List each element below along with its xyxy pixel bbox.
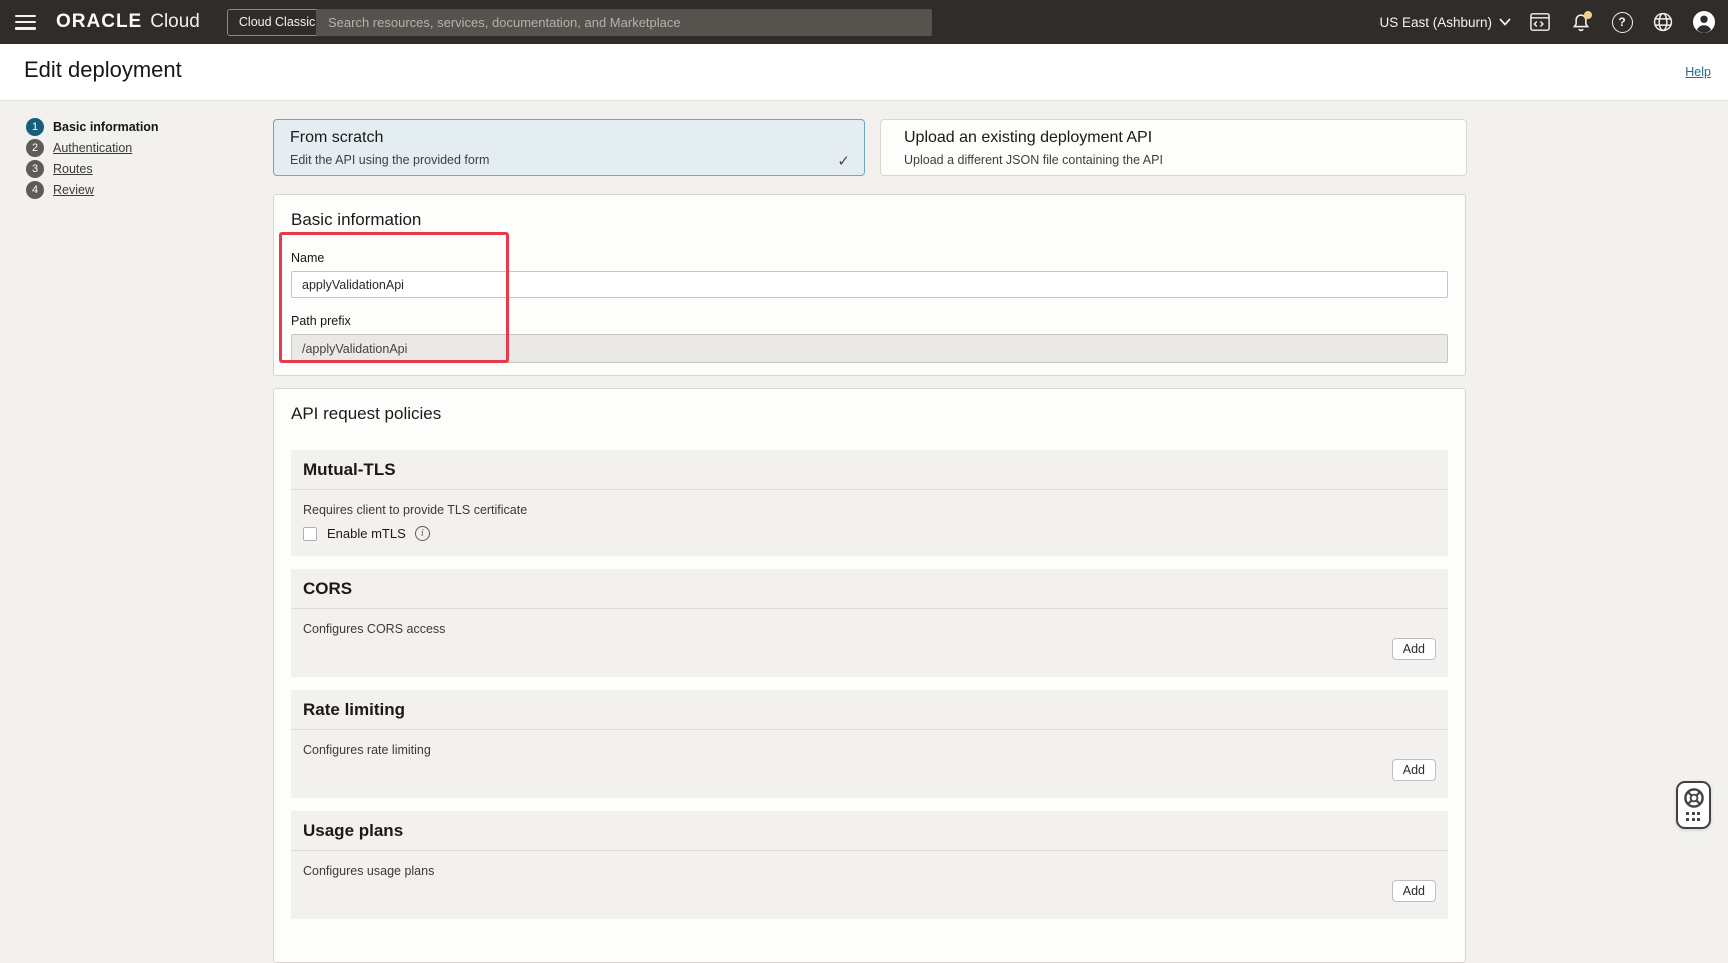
help-link[interactable]: Help [1685,65,1711,79]
rate-limiting-add-row: Add [303,759,1436,783]
cors-add-row: Add [303,638,1436,662]
enable-mtls-checkbox[interactable] [303,527,317,541]
cors-title: CORS [291,569,1448,609]
wizard-steps: 1 Basic information 2 Authentication 3 R… [26,118,159,202]
step-label: Review [53,183,94,197]
help-icon[interactable]: ? [1610,10,1634,34]
rate-limiting-add-button[interactable]: Add [1392,759,1436,781]
cors-add-button[interactable]: Add [1392,638,1436,660]
page-header: Edit deployment Help [0,44,1728,101]
api-request-policies-card: API request policies Mutual-TLS Requires… [273,388,1466,963]
lifebuoy-help-icon [1682,786,1706,810]
chevron-down-icon [1499,18,1511,26]
option-upload-existing-api[interactable]: Upload an existing deployment API Upload… [880,119,1467,176]
step-label: Routes [53,162,93,176]
mutual-tls-panel: Mutual-TLS Requires client to provide TL… [291,450,1448,556]
usage-plans-add-button[interactable]: Add [1392,880,1436,902]
step-basic-information[interactable]: 1 Basic information [26,118,159,136]
rate-limiting-panel: Rate limiting Configures rate limiting A… [291,690,1448,798]
drag-dots-icon [1686,812,1701,822]
notifications-bell-icon[interactable] [1569,10,1593,34]
api-request-policies-heading: API request policies [291,404,1448,424]
oracle-cloud-logo[interactable]: ORACLE Cloud [56,11,200,33]
cors-body: Configures CORS access Add [291,609,1448,677]
option-subtitle: Edit the API using the provided form [290,153,848,167]
cors-description: Configures CORS access [303,622,1436,636]
global-search [316,9,932,36]
step-review[interactable]: 4 Review [26,181,159,199]
region-label: US East (Ashburn) [1379,15,1492,30]
rate-limiting-description: Configures rate limiting [303,743,1436,757]
step-label: Basic information [53,120,159,134]
policy-panels: Mutual-TLS Requires client to provide TL… [291,450,1448,919]
rate-limiting-body: Configures rate limiting Add [291,730,1448,798]
mutual-tls-title: Mutual-TLS [291,450,1448,490]
path-prefix-input [291,334,1448,363]
enable-mtls-row: Enable mTLS i [303,526,1436,541]
topbar-right-cluster: US East (Ashburn) ? [1379,0,1716,44]
language-globe-icon[interactable] [1651,10,1675,34]
usage-plans-body: Configures usage plans Add [291,851,1448,919]
step-number-badge: 2 [26,139,44,157]
user-avatar-icon[interactable] [1692,10,1716,34]
usage-plans-description: Configures usage plans [303,864,1436,878]
info-icon[interactable]: i [415,526,430,541]
notification-dot [1584,11,1592,19]
enable-mtls-label: Enable mTLS [327,526,406,541]
name-input[interactable] [291,271,1448,298]
step-authentication[interactable]: 2 Authentication [26,139,159,157]
step-label: Authentication [53,141,132,155]
dev-console-icon[interactable] [1528,10,1552,34]
option-title: From scratch [290,129,848,147]
path-prefix-label: Path prefix [291,314,1448,328]
topbar: ORACLE Cloud Cloud Classic › US East (As… [0,0,1728,44]
step-routes[interactable]: 3 Routes [26,160,159,178]
brand-oracle: ORACLE [56,11,142,33]
selected-check-icon: ✓ [837,152,850,170]
page-title: Edit deployment [24,57,182,83]
menu-icon[interactable] [15,15,36,30]
content-area: 1 Basic information 2 Authentication 3 R… [0,101,1728,859]
basic-information-heading: Basic information [291,210,1448,230]
name-field-label: Name [291,251,1448,265]
assistant-widget[interactable] [1676,781,1711,829]
step-number-badge: 1 [26,118,44,136]
basic-information-card: Basic information Name Path prefix [273,194,1466,376]
rate-limiting-title: Rate limiting [291,690,1448,730]
option-from-scratch[interactable]: From scratch Edit the API using the prov… [273,119,865,176]
mutual-tls-description: Requires client to provide TLS certifica… [303,503,1436,517]
option-title: Upload an existing deployment API [904,129,1450,147]
option-subtitle: Upload a different JSON file containing … [904,153,1450,167]
step-number-badge: 4 [26,181,44,199]
usage-plans-title: Usage plans [291,811,1448,851]
usage-plans-add-row: Add [303,880,1436,904]
usage-plans-panel: Usage plans Configures usage plans Add [291,811,1448,919]
search-input[interactable] [316,9,932,36]
mutual-tls-body: Requires client to provide TLS certifica… [291,490,1448,556]
brand-cloud: Cloud [150,11,200,33]
cloud-classic-label: Cloud Classic [239,15,315,29]
region-selector[interactable]: US East (Ashburn) [1379,15,1511,30]
step-number-badge: 3 [26,160,44,178]
cors-panel: CORS Configures CORS access Add [291,569,1448,677]
